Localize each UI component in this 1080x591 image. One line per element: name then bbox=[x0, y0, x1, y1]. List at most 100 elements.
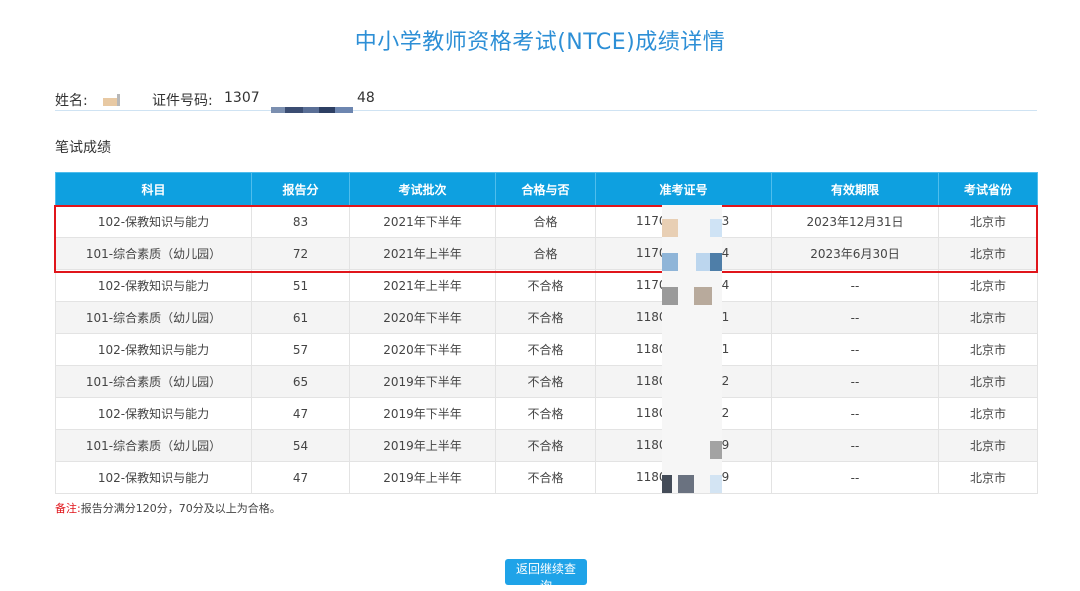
cell-pass: 不合格 bbox=[495, 301, 596, 334]
redaction-mosaic bbox=[271, 107, 353, 113]
cell-batch: 2021年上半年 bbox=[349, 269, 496, 302]
ticket-suffix: 11 bbox=[714, 310, 730, 324]
ticket-suffix: 44 bbox=[714, 246, 730, 260]
cell-subject: 102-保教知识与能力 bbox=[55, 205, 252, 238]
cell-score: 47 bbox=[251, 397, 350, 430]
cell-ticket: 1180 11 bbox=[595, 301, 772, 334]
cell-subject: 102-保教知识与能力 bbox=[55, 461, 252, 494]
cell-province: 北京市 bbox=[938, 269, 1038, 302]
cell-province: 北京市 bbox=[938, 333, 1038, 366]
header-batch: 考试批次 bbox=[349, 172, 496, 206]
cell-subject: 101-综合素质（幼儿园） bbox=[55, 365, 252, 398]
note-label: 备注: bbox=[55, 502, 81, 515]
ticket-prefix: 1180 bbox=[636, 406, 667, 420]
cell-score: 47 bbox=[251, 461, 350, 494]
ticket-prefix: 1180 bbox=[636, 310, 667, 324]
cell-province: 北京市 bbox=[938, 205, 1038, 238]
cell-subject: 101-综合素质（幼儿园） bbox=[55, 429, 252, 462]
id-suffix: 48 bbox=[357, 90, 375, 106]
page-title: 中小学教师资格考试(NTCE)成绩详情 bbox=[354, 30, 726, 55]
cell-province: 北京市 bbox=[938, 397, 1038, 430]
cell-ticket: 1170 44 bbox=[595, 237, 772, 270]
cell-score: 65 bbox=[251, 365, 350, 398]
return-query-button[interactable]: 返回继续查询 bbox=[505, 559, 587, 591]
cell-pass: 不合格 bbox=[495, 269, 596, 302]
cell-valid: -- bbox=[771, 301, 939, 334]
ticket-suffix: 79 bbox=[714, 438, 730, 452]
ticket-suffix: 82 bbox=[714, 374, 730, 388]
cell-ticket: 1170 73 bbox=[595, 205, 772, 238]
cell-subject: 101-综合素质（幼儿园） bbox=[55, 237, 252, 270]
cell-valid: -- bbox=[771, 461, 939, 494]
cell-ticket: 1180 82 bbox=[595, 397, 772, 430]
cell-subject: 102-保教知识与能力 bbox=[55, 333, 252, 366]
cell-valid: -- bbox=[771, 397, 939, 430]
ticket-suffix: 44 bbox=[714, 278, 730, 292]
table-row: 101-综合素质（幼儿园） 72 2021年上半年 合格 1170 44 2023年6月30… bbox=[55, 237, 1038, 270]
candidate-info: 姓名: 证件号码: 1307 48 bbox=[55, 88, 1037, 113]
cell-valid: 2023年6月30日 bbox=[771, 237, 939, 270]
cell-ticket: 1170 44 bbox=[595, 269, 772, 302]
cell-batch: 2019年下半年 bbox=[349, 397, 496, 430]
ticket-prefix: 1180 bbox=[636, 374, 667, 388]
ticket-prefix: 1170 bbox=[636, 246, 667, 260]
cell-subject: 101-综合素质（幼儿园） bbox=[55, 301, 252, 334]
ticket-prefix: 1180 bbox=[636, 470, 667, 484]
cell-pass: 不合格 bbox=[495, 397, 596, 430]
ticket-prefix: 1170 bbox=[636, 214, 667, 228]
cell-score: 57 bbox=[251, 333, 350, 366]
table-row: 102-保教知识与能力 47 2019年上半年 不合格 1180 79 -- 北京市 bbox=[55, 461, 1038, 494]
cell-province: 北京市 bbox=[938, 301, 1038, 334]
cell-ticket: 1180 11 bbox=[595, 333, 772, 366]
score-detail-page: 中小学教师资格考试(NTCE)成绩详情 姓名: 证件号码: 1307 48 笔试… bbox=[0, 0, 1080, 591]
table-row: 101-综合素质（幼儿园） 61 2020年下半年 不合格 1180 11 -- 北京市 bbox=[55, 301, 1038, 334]
note-text: 报告分满分120分，70分及以上为合格。 bbox=[80, 502, 281, 515]
id-redacted bbox=[271, 101, 353, 113]
header-subject: 科目 bbox=[55, 172, 252, 206]
written-score-table: 科目 报告分 考试批次 合格与否 准考证号 有效期限 考试省份 102-保教知识… bbox=[55, 172, 1038, 494]
cell-pass: 不合格 bbox=[495, 429, 596, 462]
cell-province: 北京市 bbox=[938, 365, 1038, 398]
name-label: 姓名: bbox=[55, 93, 88, 109]
cell-subject: 102-保教知识与能力 bbox=[55, 397, 252, 430]
cell-pass: 合格 bbox=[495, 205, 596, 238]
header-valid: 有效期限 bbox=[771, 172, 939, 206]
id-prefix: 1307 bbox=[224, 90, 260, 106]
cell-batch: 2020年下半年 bbox=[349, 301, 496, 334]
note: 备注:报告分满分120分，70分及以上为合格。 bbox=[55, 500, 281, 516]
cell-pass: 不合格 bbox=[495, 333, 596, 366]
header-ticket: 准考证号 bbox=[595, 172, 772, 206]
ticket-suffix: 11 bbox=[714, 342, 730, 356]
cell-batch: 2021年上半年 bbox=[349, 237, 496, 270]
cell-score: 54 bbox=[251, 429, 350, 462]
cell-valid: 2023年12月31日 bbox=[771, 205, 939, 238]
cell-batch: 2019年下半年 bbox=[349, 365, 496, 398]
cell-valid: -- bbox=[771, 269, 939, 302]
table-row: 102-保教知识与能力 57 2020年下半年 不合格 1180 11 -- 北京市 bbox=[55, 333, 1038, 366]
cell-batch: 2019年上半年 bbox=[349, 461, 496, 494]
table-row: 101-综合素质（幼儿园） 54 2019年上半年 不合格 1180 79 -- 北京市 bbox=[55, 429, 1038, 462]
ticket-suffix: 82 bbox=[714, 406, 730, 420]
cell-valid: -- bbox=[771, 365, 939, 398]
name-redacted bbox=[103, 94, 123, 106]
cell-ticket: 1180 79 bbox=[595, 461, 772, 494]
table-row: 102-保教知识与能力 83 2021年下半年 合格 1170 73 2023年12月31日… bbox=[55, 205, 1038, 238]
table-header-row: 科目 报告分 考试批次 合格与否 准考证号 有效期限 考试省份 bbox=[55, 172, 1038, 206]
header-pass: 合格与否 bbox=[495, 172, 596, 206]
ticket-suffix: 73 bbox=[714, 214, 730, 228]
header-province: 考试省份 bbox=[938, 172, 1038, 206]
cell-province: 北京市 bbox=[938, 429, 1038, 462]
id-label: 证件号码: bbox=[152, 93, 213, 109]
cell-province: 北京市 bbox=[938, 461, 1038, 494]
cell-province: 北京市 bbox=[938, 237, 1038, 270]
cell-batch: 2019年上半年 bbox=[349, 429, 496, 462]
redaction-mosaic bbox=[103, 94, 120, 106]
section-title: 笔试成绩 bbox=[55, 140, 111, 156]
ticket-prefix: 1180 bbox=[636, 342, 667, 356]
ticket-prefix: 1170 bbox=[636, 278, 667, 292]
cell-pass: 不合格 bbox=[495, 365, 596, 398]
cell-pass: 合格 bbox=[495, 237, 596, 270]
table-body: 102-保教知识与能力 83 2021年下半年 合格 1170 73 2023年12月31日… bbox=[55, 205, 1038, 494]
cell-score: 51 bbox=[251, 269, 350, 302]
ticket-suffix: 79 bbox=[714, 470, 730, 484]
